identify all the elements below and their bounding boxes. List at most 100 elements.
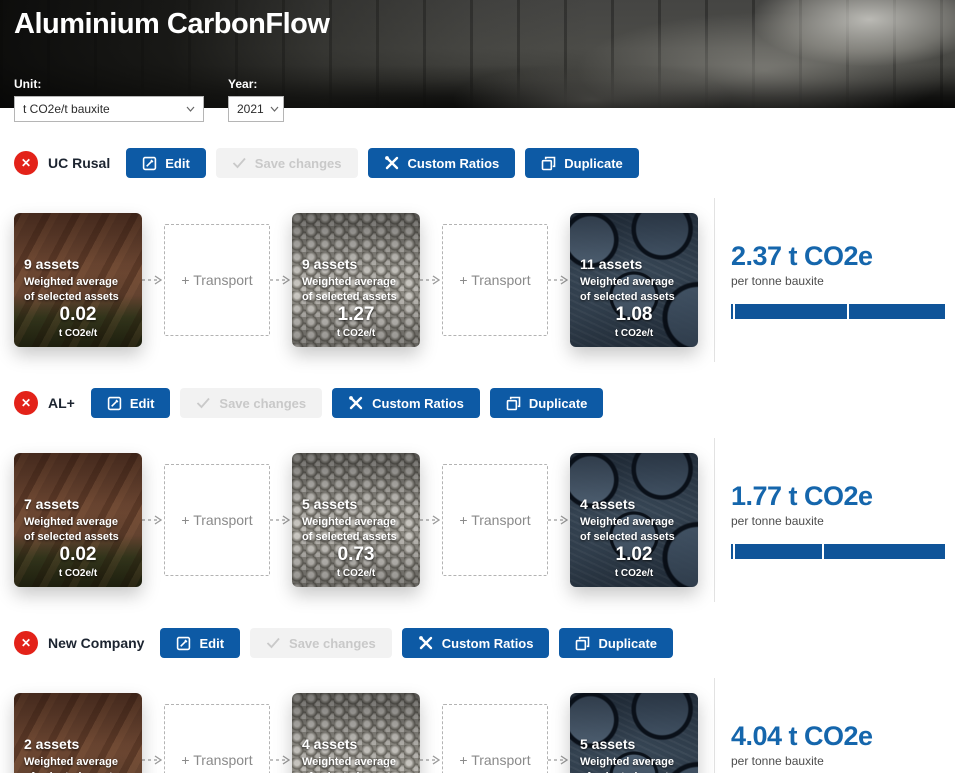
stage-emission-unit: t CO2e/t	[292, 328, 420, 339]
company-name: UC Rusal	[48, 155, 110, 171]
stage-emission-value: 0.73	[292, 544, 420, 566]
flow-arrow-icon	[548, 274, 570, 286]
add-transport-button[interactable]: + Transport	[442, 464, 548, 576]
duplicate-label: Duplicate	[564, 156, 623, 171]
unit-label: Unit:	[14, 77, 204, 91]
duplicate-label: Duplicate	[598, 636, 657, 651]
stage-card-aluminium[interactable]: 11 assets Weighted average of selected a…	[570, 213, 698, 347]
stage-assets-count: 9 assets	[24, 256, 132, 272]
custom-ratios-button[interactable]: Custom Ratios	[332, 388, 480, 418]
duplicate-button[interactable]: Duplicate	[490, 388, 604, 418]
emissions-stacked-bar	[731, 544, 941, 559]
save-changes-button[interactable]: Save changes	[180, 388, 322, 418]
copy-icon	[506, 396, 521, 411]
transport-label: + Transport	[459, 512, 530, 528]
total-emissions-value: 1.77 t CO2e	[731, 481, 941, 512]
flow-arrow-icon	[142, 274, 164, 286]
add-transport-button[interactable]: + Transport	[164, 464, 270, 576]
add-transport-button[interactable]: + Transport	[164, 704, 270, 773]
year-select[interactable]: 2021	[228, 96, 284, 122]
edit-button-label: Edit	[165, 156, 190, 171]
vertical-divider	[714, 678, 715, 773]
bar-segment	[824, 544, 945, 559]
custom-ratios-label: Custom Ratios	[442, 636, 534, 651]
stage-caption: Weighted average of selected assets	[24, 275, 126, 304]
delete-icon: ✕	[21, 157, 31, 169]
stage-card-bauxite-mine[interactable]: 9 assets Weighted average of selected as…	[14, 213, 142, 347]
transport-label: + Transport	[181, 752, 252, 768]
flow-arrow-icon	[270, 274, 292, 286]
check-icon	[232, 157, 247, 169]
add-transport-button[interactable]: + Transport	[164, 224, 270, 336]
flow-arrow-icon	[270, 754, 292, 766]
stage-assets-count: 5 assets	[302, 496, 410, 512]
stage-emission-value: 0.02	[14, 304, 142, 326]
stage-emission-unit: t CO2e/t	[570, 328, 698, 339]
bar-segment	[735, 544, 822, 559]
total-emissions-block: 4.04 t CO2e per tonne bauxite	[731, 721, 941, 773]
stage-caption: Weighted average of selected assets	[580, 515, 682, 544]
stage-card-aluminium[interactable]: 4 assets Weighted average of selected as…	[570, 453, 698, 587]
bar-segment	[731, 304, 733, 319]
company-section-new-company: ✕ New Company Edit Save changes Custom R…	[14, 628, 941, 773]
stage-card-alumina[interactable]: 5 assets Weighted average of selected as…	[292, 453, 420, 587]
remove-company-button[interactable]: ✕	[14, 151, 38, 175]
emissions-stacked-bar	[731, 304, 941, 319]
vertical-divider	[714, 438, 715, 602]
stage-card-bauxite-mine[interactable]: 7 assets Weighted average of selected as…	[14, 453, 142, 587]
tools-icon	[418, 635, 434, 651]
custom-ratios-button[interactable]: Custom Ratios	[368, 148, 516, 178]
stage-assets-count: 4 assets	[302, 736, 410, 752]
process-flow: 7 assets Weighted average of selected as…	[14, 438, 941, 602]
duplicate-button[interactable]: Duplicate	[559, 628, 673, 658]
bar-segment	[735, 304, 848, 319]
custom-ratios-label: Custom Ratios	[408, 156, 500, 171]
edit-button[interactable]: Edit	[160, 628, 240, 658]
year-label: Year:	[228, 77, 284, 91]
edit-button[interactable]: Edit	[91, 388, 171, 418]
tools-icon	[348, 395, 364, 411]
stage-assets-count: 4 assets	[580, 496, 688, 512]
save-changes-label: Save changes	[289, 636, 376, 651]
stage-emission-unit: t CO2e/t	[14, 328, 142, 339]
total-emissions-caption: per tonne bauxite	[731, 754, 941, 768]
unit-select[interactable]: t CO2e/t bauxite	[14, 96, 204, 122]
add-transport-button[interactable]: + Transport	[442, 704, 548, 773]
duplicate-button[interactable]: Duplicate	[525, 148, 639, 178]
company-name: New Company	[48, 635, 144, 651]
stage-card-aluminium[interactable]: 5 assets Weighted average of selected as…	[570, 693, 698, 773]
edit-button-label: Edit	[199, 636, 224, 651]
tools-icon	[384, 155, 400, 171]
save-changes-button[interactable]: Save changes	[250, 628, 392, 658]
add-transport-button[interactable]: + Transport	[442, 224, 548, 336]
edit-icon	[142, 156, 157, 171]
unit-select-value: t CO2e/t bauxite	[23, 102, 110, 116]
company-section-al-plus: ✕ AL+ Edit Save changes Custom Ratios Du…	[14, 388, 941, 602]
edit-icon	[176, 636, 191, 651]
delete-icon: ✕	[21, 397, 31, 409]
check-icon	[196, 397, 211, 409]
stage-card-alumina[interactable]: 9 assets Weighted average of selected as…	[292, 213, 420, 347]
total-emissions-value: 4.04 t CO2e	[731, 721, 941, 752]
custom-ratios-button[interactable]: Custom Ratios	[402, 628, 550, 658]
stage-card-alumina[interactable]: 4 assets Weighted average of selected as…	[292, 693, 420, 773]
remove-company-button[interactable]: ✕	[14, 631, 38, 655]
stage-card-bauxite-mine[interactable]: 2 assets Weighted average of selected as…	[14, 693, 142, 773]
edit-button[interactable]: Edit	[126, 148, 206, 178]
year-select-value: 2021	[237, 102, 264, 116]
filter-controls: Unit: t CO2e/t bauxite Year: 2021	[14, 77, 284, 122]
companies-list: ✕ UC Rusal Edit Save changes Custom Rati…	[0, 148, 955, 773]
stage-assets-count: 7 assets	[24, 496, 132, 512]
save-changes-label: Save changes	[219, 396, 306, 411]
stage-emission-value: 1.27	[292, 304, 420, 326]
process-flow: 2 assets Weighted average of selected as…	[14, 678, 941, 773]
transport-label: + Transport	[459, 272, 530, 288]
stage-caption: Weighted average of selected assets	[302, 275, 404, 304]
transport-label: + Transport	[181, 512, 252, 528]
custom-ratios-label: Custom Ratios	[372, 396, 464, 411]
total-emissions-block: 2.37 t CO2e per tonne bauxite	[731, 241, 941, 319]
flow-arrow-icon	[142, 514, 164, 526]
remove-company-button[interactable]: ✕	[14, 391, 38, 415]
save-changes-button[interactable]: Save changes	[216, 148, 358, 178]
save-changes-label: Save changes	[255, 156, 342, 171]
